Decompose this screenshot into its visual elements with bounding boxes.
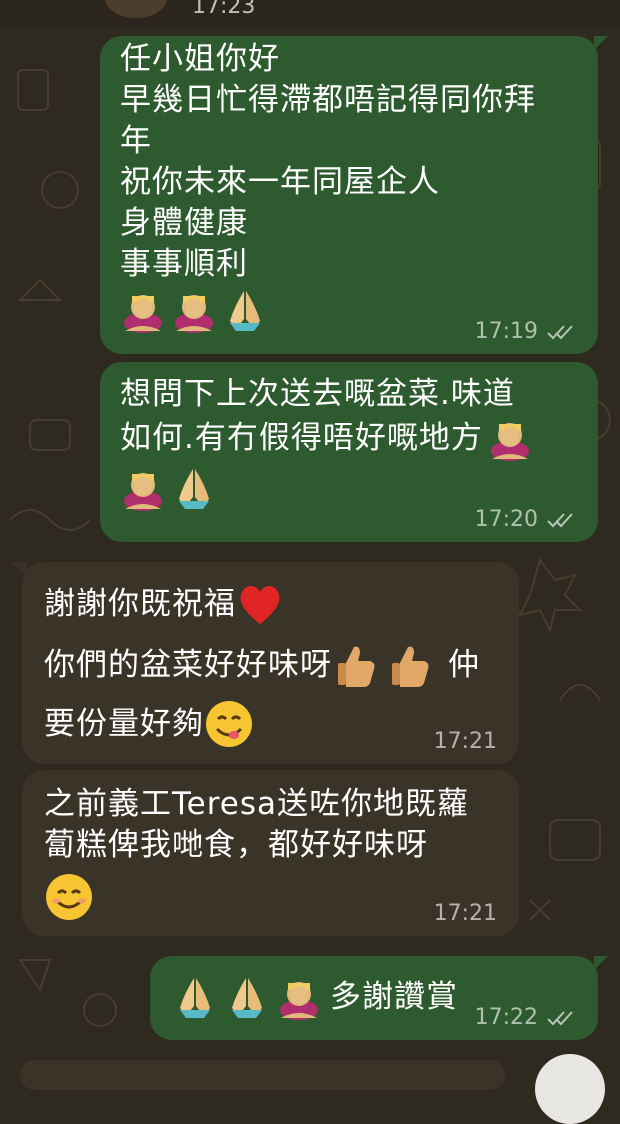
folded-hands-icon (180, 978, 210, 1018)
message-line: 如何.有冇假得唔好嘅地方 (120, 419, 483, 456)
thumbs-up-icon (338, 646, 375, 687)
message-line: 仲 (448, 646, 480, 683)
message-time: 17:21 (433, 901, 497, 926)
person-bowing-icon (124, 295, 162, 333)
next-message-edge (20, 1060, 505, 1090)
message-time: 17:20 (474, 507, 538, 532)
scroll-button[interactable] (535, 1054, 605, 1124)
message-line: 要份量好夠 (44, 705, 204, 742)
person-bowing-icon (175, 295, 214, 333)
message-line: 多謝讚賞 (330, 978, 458, 1015)
message-meta: 17:20 (475, 507, 576, 532)
message-bubble-incoming[interactable]: 之前義工Teresa送咗你地既蘿 蔔糕俾我哋食，都好好味呀 17:21 (22, 770, 519, 936)
message-line: 任小姐你好 (120, 41, 280, 77)
message-line-row: 你們的盆菜好好味呀 仲 (44, 636, 499, 694)
bubble-tail (594, 36, 608, 50)
message-bubble-outgoing[interactable]: 多謝讚賞 17:22 (150, 956, 608, 1040)
message-line: 之前義工Teresa送咗你地既蘿 (44, 786, 470, 822)
message-line-row: 謝謝你既祝福 (44, 580, 499, 628)
message-line: 蔔糕俾我哋食，都好好味呀 (44, 827, 428, 863)
chat-area[interactable]: 任小姐你好 早幾日忙得滯都唔記得同你拜 年 祝你未來一年同屋企人 身體健康 事事… (0, 0, 620, 1124)
message-meta: 17:22 (475, 1005, 576, 1030)
person-bowing-icon (280, 982, 318, 1020)
face-savoring-food-icon (206, 701, 252, 747)
message-meta: 17:19 (475, 319, 576, 344)
red-heart-icon (240, 586, 280, 624)
message-bubble-incoming[interactable]: 謝謝你既祝福 你們的盆菜好好味呀 仲 要份量好夠 17:21 (12, 562, 519, 764)
emoji-row (44, 872, 499, 922)
message-line: 事事順利 (120, 246, 248, 282)
message-line: 祝你未來一年同屋企人 (120, 164, 440, 200)
folded-hands-icon (232, 978, 262, 1018)
person-bowing-icon (124, 473, 162, 511)
message-line-row: 如何.有冇假得唔好嘅地方 (120, 415, 580, 461)
read-receipt-icon (547, 512, 573, 527)
message-line: 你們的盆菜好好味呀 (44, 646, 332, 683)
bubble-tail (12, 562, 26, 576)
folded-hands-icon (230, 291, 261, 331)
message-line: 身體健康 (120, 205, 248, 241)
message-meta: 17:21 (434, 901, 497, 926)
read-receipt-icon (547, 324, 573, 339)
read-receipt-icon (547, 1010, 573, 1025)
message-meta: 17:21 (434, 729, 497, 754)
message-line: 年 (120, 123, 152, 159)
bubble-tail (594, 956, 608, 970)
folded-hands-icon (179, 469, 210, 509)
smiling-face-icon (46, 874, 92, 920)
emoji-row (120, 465, 580, 511)
message-time: 17:22 (474, 1005, 538, 1030)
message-line: 謝謝你既祝福 (44, 585, 236, 622)
message-time: 17:19 (474, 319, 538, 344)
thumbs-up-icon (392, 646, 429, 687)
message-bubble-outgoing[interactable]: 任小姐你好 早幾日忙得滯都唔記得同你拜 年 祝你未來一年同屋企人 身體健康 事事… (100, 36, 608, 354)
message-line-row: 要份量好夠 (44, 698, 499, 750)
message-line: 早幾日忙得滯都唔記得同你拜 (120, 82, 536, 118)
message-time: 17:21 (433, 729, 497, 754)
person-bowing-icon (490, 423, 529, 461)
message-bubble-outgoing[interactable]: 想問下上次送去嘅盆菜.味道 如何.有冇假得唔好嘅地方 17:20 (100, 362, 598, 542)
message-line: 想問下上次送去嘅盆菜.味道 (120, 376, 515, 412)
